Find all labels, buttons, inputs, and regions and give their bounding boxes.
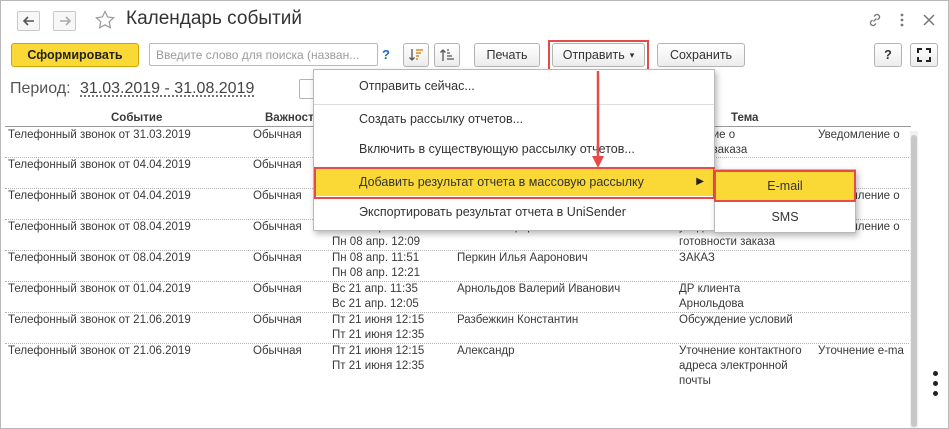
cell-date-start: Вс 21 апр. 11:35 (332, 283, 418, 295)
menu-item-send-now[interactable]: Отправить сейчас... (314, 72, 714, 100)
search-input[interactable]: Введите слово для поиска (назван... (149, 43, 378, 66)
menu-item-highlight (314, 167, 715, 199)
cell-dates: Вс 21 апр. 11:35 Вс 21 апр. 12:05 (332, 282, 419, 312)
cell-dates: Пн 08 апр. 11:51 Пн 08 апр. 12:21 (332, 251, 420, 281)
send-dropdown-menu: Отправить сейчас... Создать рассылку отч… (313, 69, 715, 231)
arrow-left-icon (22, 16, 34, 26)
arrow-right-icon (59, 16, 71, 26)
cell-event: Телефонный звонок от 04.04.2019 (8, 190, 191, 202)
cell-date-end: Пн 08 апр. 12:21 (332, 267, 420, 279)
cell-event: Телефонный звонок от 08.04.2019 (8, 252, 191, 264)
sort-descending-button[interactable] (403, 43, 429, 67)
cell-importance: Обычная (253, 345, 302, 357)
forward-button[interactable] (53, 11, 76, 31)
period-value-link[interactable]: 31.03.2019 - 31.08.2019 (80, 80, 254, 98)
cell-event: Телефонный звонок от 31.03.2019 (8, 129, 191, 141)
back-button[interactable] (17, 11, 40, 31)
more-actions-icon[interactable] (933, 371, 939, 401)
cell-date-start: Пт 21 июня 12:15 (332, 345, 425, 357)
cell-date-end: Пт 21 июня 12:35 (332, 329, 425, 341)
submenu-item-highlight (714, 170, 856, 202)
fullscreen-icon (917, 48, 931, 62)
cell-event: Телефонный звонок от 04.04.2019 (8, 159, 191, 171)
column-header-topic: Тема (731, 112, 759, 124)
send-button-highlight (548, 40, 649, 71)
cell-importance: Обычная (253, 159, 302, 171)
cell-date-start: Пн 08 апр. 11:51 (332, 252, 420, 264)
cell-event: Телефонный звонок от 21.06.2019 (8, 314, 191, 326)
cell-date-end: Пт 21 июня 12:35 (332, 360, 425, 372)
annotation-arrow-icon (592, 71, 604, 168)
period-label: Период: (10, 80, 71, 97)
help-button[interactable]: ? (874, 43, 902, 67)
submenu-item-sms[interactable]: SMS (715, 202, 855, 232)
cell-date-end: Пн 08 апр. 12:09 (332, 236, 420, 248)
cell-topic: Уточнение контактного адреса электронной… (679, 345, 802, 387)
cell-person: Арнольдов Валерий Иванович (457, 283, 621, 295)
cell-topic-detail: Уведомление о (818, 129, 900, 141)
cell-event: Телефонный звонок от 01.04.2019 (8, 283, 191, 295)
report-window: Календарь событий Сформировать Введите с… (0, 0, 949, 429)
cell-date-end: Вс 21 апр. 12:05 (332, 298, 419, 310)
cell-importance: Обычная (253, 252, 302, 264)
close-icon[interactable] (921, 12, 937, 28)
menu-item-create-mailing[interactable]: Создать рассылку отчетов... (314, 105, 714, 133)
menu-item-export-unisender[interactable]: Экспортировать результат отчета в UniSen… (314, 198, 714, 226)
window-title: Календарь событий (126, 8, 302, 29)
cell-person: Александр (457, 345, 515, 357)
cell-topic: ДР клиента Арнольдова (679, 283, 744, 310)
sort-ascending-button[interactable] (434, 43, 460, 67)
more-options-icon[interactable] (894, 12, 910, 28)
cell-dates: Пт 21 июня 12:15 Пт 21 июня 12:35 (332, 313, 424, 343)
cell-dates: Пт 21 июня 12:15 Пт 21 июня 12:35 (332, 344, 424, 374)
title-bar: Календарь событий (1, 1, 948, 39)
search-help-icon[interactable]: ? (382, 47, 390, 62)
scrollbar-thumb[interactable] (911, 135, 917, 427)
fullscreen-button[interactable] (910, 43, 938, 67)
cell-person: Перкин Илья Ааронович (457, 252, 588, 264)
cell-topic: ЗАКАЗ (679, 252, 715, 264)
cell-topic: Обсуждение условий (679, 314, 793, 326)
cell-date-start: Пт 21 июня 12:15 (332, 314, 425, 326)
print-button[interactable]: Печать (474, 43, 540, 67)
cell-topic-detail: Уточнение e-ma (818, 345, 904, 357)
sort-ascending-icon (440, 49, 454, 61)
save-button[interactable]: Сохранить (657, 43, 745, 67)
cell-event: Телефонный звонок от 08.04.2019 (8, 221, 191, 233)
generate-button[interactable]: Сформировать (11, 43, 139, 67)
cell-importance: Обычная (253, 129, 302, 141)
cell-person: Разбежкин Константин (457, 314, 579, 326)
link-icon[interactable] (867, 12, 883, 28)
cell-importance: Обычная (253, 221, 302, 233)
column-header-event: Событие (111, 112, 163, 124)
sort-descending-icon (409, 49, 423, 61)
cell-importance: Обычная (253, 190, 302, 202)
cell-event: Телефонный звонок от 21.06.2019 (8, 345, 191, 357)
cell-importance: Обычная (253, 314, 302, 326)
menu-item-include-in-mailing[interactable]: Включить в существующую рассылку отчетов… (314, 135, 714, 163)
cell-importance: Обычная (253, 283, 302, 295)
favorite-star-icon[interactable] (95, 10, 115, 30)
